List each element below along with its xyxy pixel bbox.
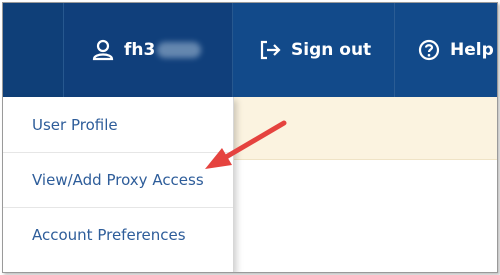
sign-out-label: Sign out	[291, 40, 372, 60]
user-dropdown-menu: User Profile View/Add Proxy Access Accou…	[3, 97, 234, 272]
user-menu-button[interactable]: fh3	[63, 3, 233, 97]
help-button[interactable]: Help	[396, 3, 497, 97]
help-icon	[418, 39, 440, 61]
menu-item-account-preferences[interactable]: Account Preferences	[3, 207, 233, 262]
menu-item-label: Account Preferences	[32, 226, 186, 244]
nav-left-strip	[3, 3, 63, 97]
menu-item-proxy-access[interactable]: View/Add Proxy Access	[3, 152, 233, 207]
top-navigation-bar: fh3 Sign out Help	[3, 3, 497, 97]
sign-out-icon	[260, 40, 281, 60]
username-redaction	[157, 42, 202, 58]
username-label: fh3	[124, 40, 156, 60]
user-icon	[92, 39, 114, 61]
screenshot-frame: fh3 Sign out Help User Profile View/Add …	[2, 2, 498, 273]
menu-item-label: View/Add Proxy Access	[32, 171, 204, 189]
menu-item-label: User Profile	[32, 115, 118, 134]
help-label: Help	[450, 40, 494, 60]
sign-out-button[interactable]: Sign out	[235, 3, 395, 97]
menu-item-user-profile[interactable]: User Profile	[3, 97, 233, 152]
